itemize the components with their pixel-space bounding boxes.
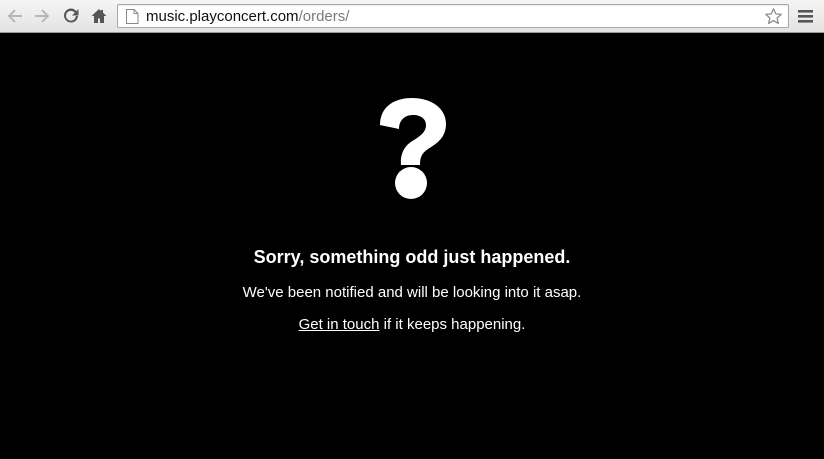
back-button[interactable] <box>4 5 26 27</box>
menu-icon[interactable] <box>798 8 813 24</box>
reload-icon <box>64 8 79 23</box>
contact-line: Get in touch if it keeps happening. <box>0 315 824 335</box>
forward-arrow-icon <box>35 9 50 23</box>
back-arrow-icon <box>7 9 22 23</box>
contact-suffix: if it keeps happening. <box>379 316 526 333</box>
url-text[interactable]: music.playconcert.com/orders/ <box>146 8 349 25</box>
forward-button[interactable] <box>31 5 53 27</box>
bookmark-star-icon[interactable] <box>764 7 783 26</box>
error-notice: We've been notified and will be looking … <box>242 284 582 301</box>
home-button[interactable] <box>88 5 110 27</box>
browser-toolbar: music.playconcert.com/orders/ <box>0 0 824 33</box>
error-page: Sorry, something odd just happened. We'v… <box>0 33 824 459</box>
page-icon <box>126 9 139 24</box>
url-path: /orders/ <box>298 8 350 25</box>
home-icon <box>91 9 107 23</box>
url-host: music.playconcert.com <box>146 8 299 25</box>
address-bar[interactable]: music.playconcert.com/orders/ <box>117 4 789 28</box>
reload-button[interactable] <box>60 5 82 27</box>
error-heading: Sorry, something odd just happened. <box>253 247 571 267</box>
question-mark-icon <box>380 98 446 199</box>
get-in-touch-link[interactable]: Get in touch <box>299 316 380 333</box>
